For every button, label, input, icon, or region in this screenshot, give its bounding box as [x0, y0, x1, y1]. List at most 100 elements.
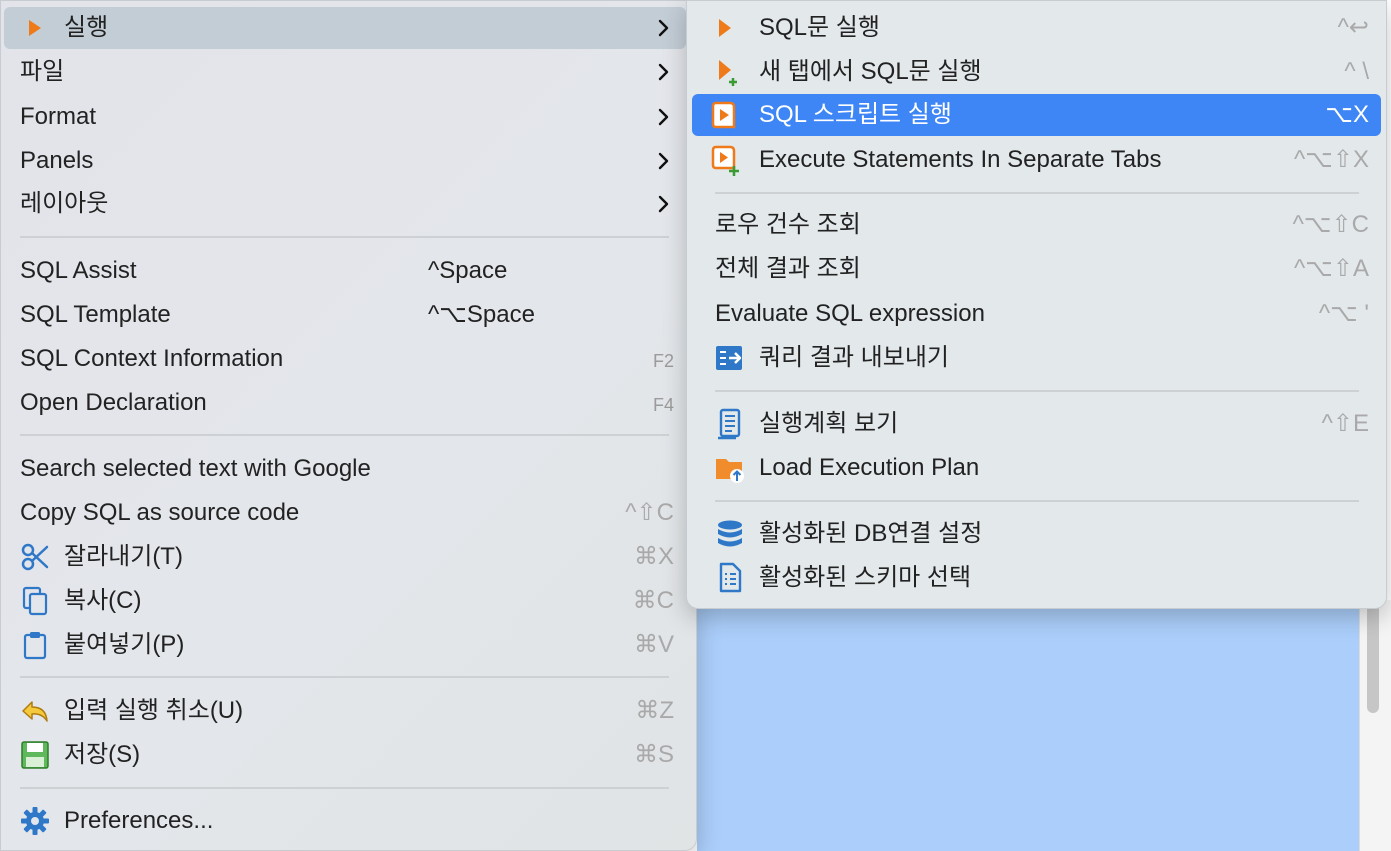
menu-item-label: 로우 건수 조회 [715, 211, 861, 238]
context-menu: 실행 파일 Format Panels 레이아웃 SQL Assist ^Spa… [0, 0, 697, 851]
menu-item-label: 잘라내기(T) [64, 543, 183, 570]
clipboard-icon [23, 632, 47, 660]
menu-item-format[interactable]: Format [4, 96, 686, 138]
menu-item-shortcut: ^ \ [1344, 58, 1369, 85]
scissors-icon [21, 543, 49, 571]
submenu-item-execute-sql[interactable]: SQL문 실행 ^↩ [692, 7, 1381, 49]
menu-item-label: 쿼리 결과 내보내기 [759, 344, 949, 371]
menu-item-label: Preferences... [64, 807, 214, 834]
run-triangle-icon [29, 20, 41, 36]
submenu-item-execute-separate-tabs[interactable]: Execute Statements In Separate Tabs ^⌥⇧X [692, 139, 1381, 181]
menu-item-execute[interactable]: 실행 [4, 7, 686, 49]
menu-item-label: Copy SQL as source code [20, 499, 300, 526]
chevron-right-icon [658, 108, 669, 126]
menu-item-cut[interactable]: 잘라내기(T) ⌘X [4, 536, 686, 578]
menu-item-label: Search selected text with Google [20, 455, 371, 482]
menu-item-preferences[interactable]: Preferences... [4, 800, 686, 842]
run-new-tab-icon [719, 60, 737, 86]
undo-icon [22, 701, 48, 722]
run-script-icon [711, 101, 736, 129]
submenu-item-export-results[interactable]: 쿼리 결과 내보내기 [692, 337, 1381, 379]
submenu-item-execute-new-tab[interactable]: 새 탭에서 SQL문 실행 ^ \ [692, 51, 1381, 93]
menu-item-search-google[interactable]: Search selected text with Google [4, 448, 686, 490]
menu-item-shortcut: ^↩ [1337, 14, 1369, 41]
menu-item-label: Evaluate SQL expression [715, 300, 985, 327]
editor-selection-area [697, 600, 1359, 851]
submenu-item-load-execution-plan[interactable]: Load Execution Plan [692, 447, 1381, 489]
menu-item-shortcut: ^⇧E [1321, 410, 1369, 437]
gear-icon [21, 807, 49, 835]
menu-item-label: 저장(S) [64, 741, 141, 768]
menu-separator [20, 434, 669, 436]
submenu-item-evaluate-sql[interactable]: Evaluate SQL expression ^⌥ ' [692, 293, 1381, 335]
menu-item-panels[interactable]: Panels [4, 140, 686, 182]
menu-item-label: Execute Statements In Separate Tabs [759, 146, 1162, 173]
submenu-item-execution-plan[interactable]: 실행계획 보기 ^⇧E [692, 403, 1381, 445]
menu-item-label: 복사(C) [64, 587, 142, 614]
menu-item-copy[interactable]: 복사(C) ⌘C [4, 580, 686, 622]
menu-separator [20, 787, 669, 789]
menu-item-shortcut: ^⌥Space [428, 301, 535, 328]
menu-item-label: 파일 [20, 58, 65, 85]
schema-icon [719, 562, 742, 593]
menu-item-label: Open Declaration [20, 389, 207, 416]
menu-item-label: SQL문 실행 [759, 14, 880, 41]
menu-item-label: Load Execution Plan [759, 454, 980, 481]
run-icon [719, 19, 731, 37]
menu-item-label: 활성화된 스키마 선택 [759, 564, 972, 591]
menu-item-label: 붙여넣기(P) [64, 631, 185, 658]
menu-item-shortcut: ^⇧C [625, 499, 674, 526]
editor-scrollbar-thumb[interactable] [1367, 603, 1379, 713]
menu-item-label: Panels [20, 147, 94, 174]
chevron-right-icon [658, 19, 669, 37]
menu-item-shortcut: ⌘S [633, 741, 674, 768]
menu-item-open-declaration[interactable]: Open Declaration F4 [4, 382, 686, 424]
export-icon [716, 346, 742, 370]
menu-item-shortcut: ^⌥⇧C [1292, 211, 1369, 238]
chevron-right-icon [658, 152, 669, 170]
menu-item-label: 활성화된 DB연결 설정 [759, 520, 983, 547]
menu-item-shortcut: F2 [652, 351, 674, 371]
chevron-right-icon [658, 63, 669, 81]
submenu-item-active-connection[interactable]: 활성화된 DB연결 설정 [692, 513, 1381, 555]
menu-item-label: 실행 [64, 14, 109, 41]
menu-item-file[interactable]: 파일 [4, 51, 686, 93]
menu-item-shortcut: F4 [652, 395, 674, 415]
menu-item-label: SQL Assist [20, 257, 137, 284]
submenu-item-active-schema[interactable]: 활성화된 스키마 선택 [692, 557, 1381, 599]
menu-separator [715, 500, 1359, 502]
menu-item-label: Format [20, 103, 97, 130]
menu-item-save[interactable]: 저장(S) ⌘S [4, 734, 686, 776]
menu-item-label: SQL Context Information [20, 345, 284, 372]
execution-plan-icon [718, 408, 741, 440]
database-icon [718, 520, 742, 547]
menu-item-shortcut: ^Space [428, 257, 508, 284]
menu-item-shortcut: ⌘Z [635, 697, 674, 724]
menu-item-label: SQL Template [20, 301, 171, 328]
menu-item-shortcut: ⌘C [632, 587, 674, 614]
submenu-item-fetch-all[interactable]: 전체 결과 조회 ^⌥⇧A [692, 248, 1381, 290]
submenu-item-execute-script[interactable]: SQL 스크립트 실행 ⌥X [692, 94, 1381, 136]
menu-item-shortcut: ⌘V [633, 631, 674, 658]
submenu-item-row-count[interactable]: 로우 건수 조회 ^⌥⇧C [692, 204, 1381, 246]
copy-icon [22, 586, 48, 616]
menu-separator [20, 236, 669, 238]
menu-item-label: 입력 실행 취소(U) [64, 697, 244, 724]
menu-item-copy-sql-source[interactable]: Copy SQL as source code ^⇧C [4, 492, 686, 534]
menu-item-shortcut: ^⌥⇧X [1293, 146, 1369, 173]
menu-item-layout[interactable]: 레이아웃 [4, 183, 686, 225]
menu-item-shortcut: ⌘X [633, 543, 674, 570]
menu-item-undo[interactable]: 입력 실행 취소(U) ⌘Z [4, 690, 686, 732]
menu-item-shortcut: ^⌥ ' [1318, 300, 1369, 327]
chevron-right-icon [658, 195, 669, 213]
menu-separator [20, 676, 669, 678]
menu-item-label: SQL 스크립트 실행 [759, 101, 952, 128]
menu-item-label: 전체 결과 조회 [715, 255, 861, 282]
load-plan-folder-icon [716, 459, 744, 483]
menu-item-label: 실행계획 보기 [759, 410, 899, 437]
menu-item-label: 새 탭에서 SQL문 실행 [759, 58, 982, 85]
menu-item-sql-template[interactable]: SQL Template ^⌥Space [4, 294, 686, 336]
menu-item-paste[interactable]: 붙여넣기(P) ⌘V [4, 624, 686, 666]
menu-item-sql-assist[interactable]: SQL Assist ^Space [4, 250, 686, 292]
menu-item-sql-context-information[interactable]: SQL Context Information F2 [4, 338, 686, 380]
